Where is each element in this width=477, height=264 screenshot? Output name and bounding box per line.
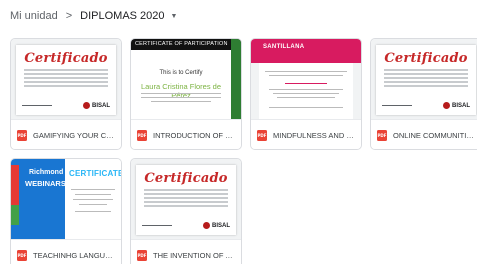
bisal-logo: BISAL (83, 102, 110, 109)
pdf-icon: PDF (17, 249, 27, 261)
file-card-invention-of-ado[interactable]: Certificado BISAL PDF THE INVENTION OF A… (130, 158, 242, 264)
file-thumbnail: CERTIFICATE OF PARTICIPATION This is to … (131, 39, 241, 119)
file-name: MINDFULNESS AND EDU... (273, 130, 355, 140)
thumb-certificado-title: Certificado (24, 51, 108, 66)
thumb-certificado-title: Certificado (144, 171, 228, 186)
caret-down-icon[interactable]: ▼ (171, 13, 178, 20)
thumb-certificado-title: Certificado (384, 51, 468, 66)
file-card-gamifying[interactable]: Certificado BISAL PDF GAMIFYING YOUR CLA… (10, 38, 122, 150)
file-name: ONLINE COMMUNITIES O... (393, 130, 475, 140)
bisal-logo: BISAL (443, 102, 470, 109)
pdf-icon: PDF (137, 129, 147, 141)
file-card-introduction-elt[interactable]: CERTIFICATE OF PARTICIPATION This is to … (130, 38, 242, 150)
file-thumbnail: Certificado BISAL (131, 159, 241, 239)
pdf-icon: PDF (137, 249, 147, 261)
breadcrumb-my-drive[interactable]: Mi unidad (10, 10, 58, 22)
breadcrumb-current-folder[interactable]: DIPLOMAS 2020 (80, 10, 164, 22)
thumb-green-stripe (231, 39, 241, 119)
bisal-logo: BISAL (203, 222, 230, 229)
file-thumbnail: Certificado BISAL (371, 39, 477, 119)
pdf-icon: PDF (377, 129, 387, 141)
santillana-logo: SANTILLANA (263, 44, 305, 50)
thumb-certify-text: This is to Certify (159, 70, 203, 76)
file-thumbnail: SANTILLANA (251, 39, 361, 119)
breadcrumb: Mi unidad > DIPLOMAS 2020 ▼ (10, 7, 177, 25)
file-card-online-communities[interactable]: Certificado BISAL PDF ONLINE COMMUNITIES… (370, 38, 477, 150)
file-name: TEACHINHG LANGUAGE ... (33, 250, 115, 260)
pdf-icon: PDF (17, 129, 27, 141)
file-card-teaching-language[interactable]: Richmond WEBINARS CERTIFICATE PDF TEACHI… (10, 158, 122, 264)
file-card-mindfulness[interactable]: SANTILLANA PDF MINDFULNESS AND EDU... (250, 38, 362, 150)
breadcrumb-separator: > (65, 10, 73, 22)
file-name: INTRODUCTION OF ELT ... (153, 130, 235, 140)
file-name: GAMIFYING YOUR CLASS... (33, 130, 115, 140)
file-thumbnail: Certificado BISAL (11, 39, 121, 119)
richmond-logo: Richmond (29, 169, 64, 176)
thumb-participation-header: CERTIFICATE OF PARTICIPATION (131, 39, 241, 50)
file-name: THE INVENTION OF ADO... (153, 250, 235, 260)
webinars-label: WEBINARS (25, 179, 66, 188)
pdf-icon: PDF (257, 129, 267, 141)
file-thumbnail: Richmond WEBINARS CERTIFICATE (11, 159, 121, 239)
thumb-certificate-title: CERTIFICATE (69, 169, 121, 178)
